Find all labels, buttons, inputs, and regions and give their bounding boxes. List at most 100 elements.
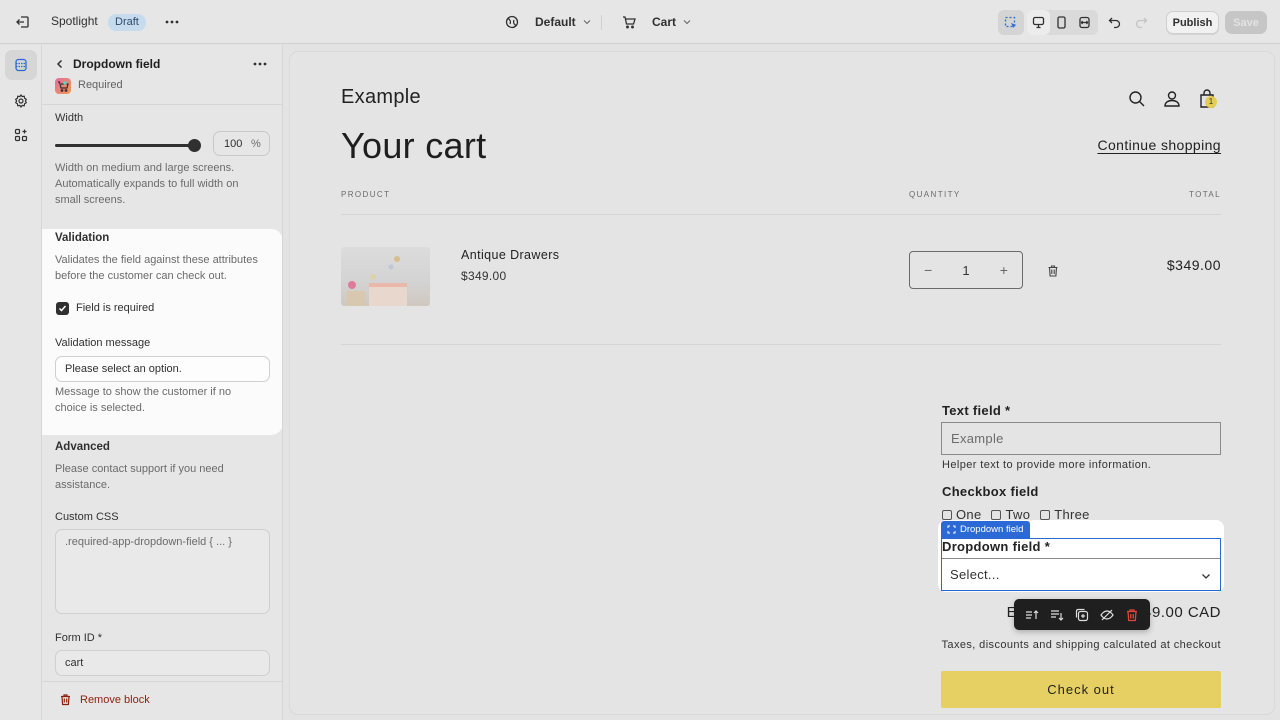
remove-block-label: Remove block — [80, 693, 150, 706]
chevron-down-icon — [583, 20, 591, 25]
selected-block-tag[interactable]: Dropdown field — [941, 521, 1031, 538]
duplicate-icon[interactable] — [1074, 607, 1090, 623]
mobile-icon — [1057, 16, 1066, 29]
advanced-heading: Advanced — [55, 441, 110, 453]
app-name: Required — [78, 79, 123, 91]
selected-block-name: Dropdown field — [960, 524, 1024, 535]
exit-icon[interactable] — [14, 13, 32, 31]
text-field-input[interactable]: Example — [941, 422, 1221, 455]
dropdown-selected-value: Select... — [950, 567, 1000, 582]
delete-block-icon[interactable] — [1124, 607, 1140, 623]
validation-description: Validates the field against these attrib… — [55, 254, 258, 282]
left-rail — [0, 45, 42, 720]
divider — [42, 104, 282, 105]
product-name[interactable]: Antique Drawers — [461, 248, 559, 262]
dropdown-field-select[interactable]: Select... — [942, 558, 1220, 590]
gear-icon — [14, 94, 28, 108]
store-logo[interactable]: Example — [341, 86, 421, 109]
checkout-button[interactable]: Check out — [941, 671, 1221, 708]
divider — [42, 681, 282, 682]
width-label: Width — [55, 112, 84, 124]
top-bar: Spotlight Draft Default Cart Publish Sav… — [0, 0, 1280, 44]
move-down-icon[interactable] — [1049, 607, 1065, 623]
dropdown-field-label: Dropdown field * — [942, 539, 1051, 554]
page-selector[interactable]: Cart — [622, 12, 692, 32]
width-value: 100 — [224, 137, 243, 150]
publish-button[interactable]: Publish — [1166, 11, 1219, 34]
back-icon[interactable] — [54, 58, 66, 70]
theme-selector[interactable]: Default — [505, 12, 592, 32]
rail-item-sections[interactable] — [5, 50, 37, 80]
form-id-input[interactable]: cart — [55, 650, 270, 676]
field-required-checkbox[interactable] — [56, 302, 69, 315]
device-switcher — [1027, 10, 1098, 35]
quantity-stepper: − 1 + — [909, 251, 1023, 289]
divider — [341, 214, 1221, 215]
validation-message-input[interactable]: Please select an option. — [55, 356, 270, 382]
product-image[interactable] — [341, 247, 430, 306]
storefront-preview: Example 1 Your cart Continue shopping PR… — [290, 52, 1274, 714]
trash-icon — [61, 694, 70, 706]
page-name: Cart — [652, 15, 677, 29]
product-price: $349.00 — [461, 269, 507, 283]
panel-title: Dropdown field — [73, 57, 161, 71]
desktop-view-button[interactable] — [1027, 10, 1050, 35]
chevron-down-icon — [683, 20, 691, 25]
rail-item-apps[interactable] — [5, 120, 37, 150]
width-slider-handle[interactable] — [188, 139, 201, 152]
continue-shopping-link[interactable]: Continue shopping — [1097, 137, 1221, 153]
status-badge: Draft — [108, 14, 146, 31]
undo-icon[interactable] — [1106, 13, 1124, 31]
custom-css-label: Custom CSS — [55, 511, 119, 523]
column-header-total: TOTAL — [1188, 190, 1221, 199]
taxes-note: Taxes, discounts and shipping calculated… — [941, 639, 1221, 651]
redo-icon[interactable] — [1132, 13, 1150, 31]
width-input[interactable]: 100 % — [213, 131, 270, 156]
more-options-icon[interactable] — [163, 13, 181, 31]
validation-message-label: Validation message — [55, 337, 151, 349]
rail-item-theme-settings[interactable] — [5, 86, 37, 116]
inspector-toggle[interactable] — [998, 10, 1024, 35]
remove-block-button[interactable]: Remove block — [59, 693, 150, 706]
decrease-quantity-button[interactable]: − — [924, 262, 932, 278]
app-title: Spotlight — [51, 14, 98, 28]
theme-name: Default — [535, 15, 576, 29]
line-item-total: $349.00 — [1166, 257, 1221, 273]
move-up-icon[interactable] — [1024, 607, 1040, 623]
custom-css-textarea[interactable]: .required-app-dropdown-field { ... } — [55, 529, 270, 614]
cart-icon — [623, 16, 636, 29]
field-required-label[interactable]: Field is required — [76, 302, 154, 314]
validation-heading: Validation — [55, 232, 110, 244]
checkbox[interactable] — [991, 509, 1002, 520]
advanced-description: Please contact support if you need assis… — [55, 463, 224, 491]
page-title: Your cart — [341, 125, 487, 166]
search-icon[interactable] — [1126, 88, 1148, 110]
save-button[interactable]: Save — [1225, 11, 1267, 34]
desktop-icon — [1032, 16, 1045, 29]
width-unit: % — [251, 137, 261, 150]
checkbox[interactable] — [942, 509, 952, 520]
fullwidth-view-button[interactable] — [1073, 10, 1096, 35]
checkbox-field-label: Checkbox field — [942, 484, 1039, 499]
text-field-help: Helper text to provide more information. — [942, 459, 1152, 471]
select-cursor-icon — [1004, 16, 1017, 28]
divider — [341, 344, 1221, 345]
width-slider-track[interactable] — [55, 144, 194, 147]
column-header-product: PRODUCT — [341, 190, 391, 199]
remove-item-icon[interactable] — [1046, 264, 1060, 278]
sections-icon — [15, 58, 27, 72]
width-help: Width on medium and large screens. Autom… — [55, 162, 239, 206]
chevron-down-icon — [1202, 574, 1210, 579]
apps-add-icon — [14, 128, 28, 142]
checkbox[interactable] — [1040, 509, 1051, 520]
block-select-icon — [947, 525, 956, 534]
account-icon[interactable] — [1161, 88, 1183, 110]
hide-icon[interactable] — [1099, 607, 1115, 623]
cart-count-badge: 1 — [1205, 96, 1217, 108]
more-options-icon[interactable] — [251, 56, 269, 72]
mobile-view-button[interactable] — [1050, 10, 1073, 35]
settings-panel: Dropdown field Required Width 100 % Widt… — [42, 45, 283, 720]
quantity-value[interactable]: 1 — [962, 263, 969, 278]
increase-quantity-button[interactable]: + — [1000, 262, 1008, 278]
form-id-label: Form ID * — [55, 632, 103, 644]
